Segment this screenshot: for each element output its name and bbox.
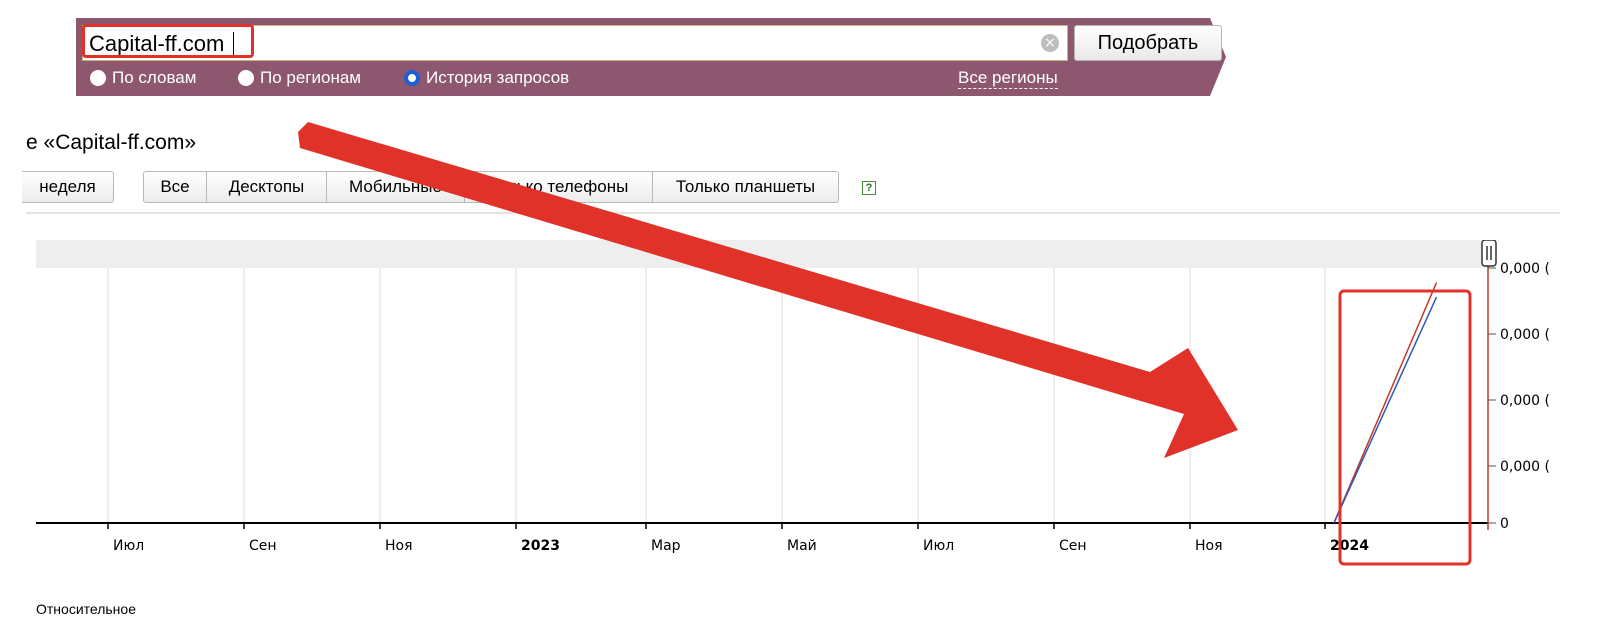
radio-dot-checked xyxy=(404,70,420,86)
radio-label: По регионам xyxy=(260,68,361,87)
radio-by-regions[interactable]: По регионам xyxy=(238,68,361,88)
series-line-blue xyxy=(1333,296,1438,524)
clear-icon[interactable]: × xyxy=(1041,34,1059,52)
x-tick-label: 2024 xyxy=(1330,538,1369,554)
x-ticks: Июл Сен Ноя 2023 Мар Май Июл Сен Ноя 2024 xyxy=(107,523,1369,554)
radio-by-words[interactable]: По словам xyxy=(90,68,196,88)
y-tick-label: 0,000 ( xyxy=(1500,327,1550,343)
query-highlight-box xyxy=(82,24,254,58)
divider xyxy=(26,212,1560,214)
radio-dot xyxy=(90,70,106,86)
x-tick-label: Сен xyxy=(1059,538,1087,554)
all-regions-link[interactable]: Все регионы xyxy=(958,68,1058,89)
tab-desktops[interactable]: Десктопы xyxy=(207,171,327,203)
search-input[interactable]: Capital-ff.com × xyxy=(82,24,1068,61)
x-tick-label: Ноя xyxy=(1195,538,1223,554)
x-tick-label: Мар xyxy=(651,538,681,554)
search-panel: Capital-ff.com × Подобрать По словам По … xyxy=(76,18,1254,96)
radio-label: По словам xyxy=(112,68,197,87)
y-tick-label: 0,000 ( xyxy=(1500,459,1550,475)
history-chart: Июл Сен Ноя 2023 Мар Май Июл Сен Ноя 2024 0,000 (… xyxy=(36,240,1550,566)
x-tick-label: 2023 xyxy=(521,538,560,554)
help-icon[interactable]: ? xyxy=(862,181,876,195)
period-week-button[interactable]: неделя xyxy=(22,171,114,203)
submit-button[interactable]: Подобрать xyxy=(1074,25,1222,61)
radio-query-history[interactable]: История запросов xyxy=(404,68,569,88)
page-title: е «Capital-ff.com» xyxy=(26,131,197,154)
x-tick-label: Ноя xyxy=(385,538,413,554)
grid-lines xyxy=(107,268,1326,523)
relative-label: Относительное xyxy=(36,601,136,617)
x-tick-label: Май xyxy=(787,538,817,554)
pause-handle-icon[interactable] xyxy=(1481,240,1497,267)
tab-all[interactable]: Все xyxy=(143,171,207,203)
series-layer xyxy=(1333,282,1438,524)
x-tick-label: Сен xyxy=(249,538,277,554)
series-line-red xyxy=(1333,282,1438,524)
y-tick-label: 0 xyxy=(1500,516,1509,532)
chart-scrollbar-track[interactable] xyxy=(36,240,1490,268)
y-tick-label: 0,000 ( xyxy=(1500,261,1550,277)
radio-dot xyxy=(238,70,254,86)
y-tick-label: 0,000 ( xyxy=(1500,393,1550,409)
tab-tablets-only[interactable]: Только планшеты xyxy=(653,171,839,203)
tab-phones-only[interactable]: Только телефоны xyxy=(465,171,653,203)
tab-mobile[interactable]: Мобильные xyxy=(327,171,465,203)
radio-label: История запросов xyxy=(426,68,570,87)
x-tick-label: Июл xyxy=(113,538,144,554)
x-tick-label: Июл xyxy=(923,538,954,554)
device-tabs: Все Десктопы Мобильные Только телефоны Т… xyxy=(143,171,839,203)
y-ticks: 0,000 ( 0,000 ( 0,000 ( 0,000 ( 0 xyxy=(1488,261,1550,532)
